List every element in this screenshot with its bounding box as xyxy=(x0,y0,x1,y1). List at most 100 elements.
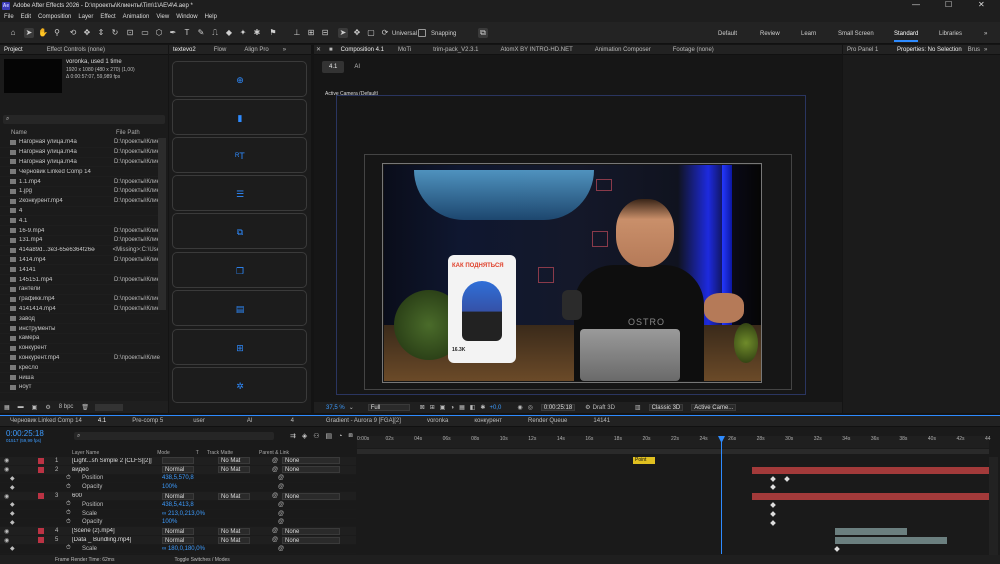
project-item[interactable]: Нагорная улица.m4a D:\проекты\Клие xyxy=(0,158,160,168)
tab-align-pro[interactable]: Align Pro xyxy=(244,47,268,53)
pickwhip-icon[interactable]: @ xyxy=(272,528,278,534)
layer-name[interactable]: [Light...sh Simple 2 [CLFS][2]] xyxy=(72,458,160,464)
blend-mode-select[interactable] xyxy=(162,457,194,465)
keyframe-nav-icon[interactable]: ◆ xyxy=(10,545,15,552)
menu-window[interactable]: Window xyxy=(176,14,197,20)
lock-icon[interactable]: ■ xyxy=(329,47,333,53)
roto-brush-icon[interactable]: ✦ xyxy=(238,28,248,38)
textevo-add-button[interactable]: ⊕ xyxy=(172,61,307,97)
keyframe[interactable] xyxy=(834,546,840,552)
layer-duration-bar[interactable] xyxy=(752,493,989,501)
column-parent[interactable]: Parent & Link xyxy=(259,450,289,456)
column-name[interactable]: Name xyxy=(11,130,106,136)
project-search-input[interactable]: ⌕ xyxy=(3,115,165,124)
menu-animation[interactable]: Animation xyxy=(123,14,150,20)
textevo-layers-button[interactable]: ⧉ xyxy=(172,213,307,249)
zoom-level[interactable]: 37,5 % xyxy=(326,405,345,411)
textevo-copy-button[interactable]: ❐ xyxy=(172,252,307,288)
maximize-button[interactable]: ☐ xyxy=(945,0,952,9)
tab-textevo2[interactable]: textevo2 xyxy=(173,47,196,53)
layer-duration-bar[interactable] xyxy=(835,537,947,545)
interpret-footage-icon[interactable]: ▦ xyxy=(4,404,10,411)
layer-name[interactable]: 600 xyxy=(72,493,160,499)
pickwhip-icon[interactable]: @ xyxy=(272,493,278,499)
project-item[interactable]: камера xyxy=(0,334,160,344)
visibility-eye-icon[interactable]: ◉ xyxy=(4,457,9,464)
property-row[interactable]: ◆ ⏱ Opacity 100% @ xyxy=(0,483,356,493)
bpc-label[interactable]: 8 bpc xyxy=(59,404,74,410)
keyframe-nav-icon[interactable]: ◆ xyxy=(10,484,15,491)
workspace-default[interactable]: Default xyxy=(718,31,737,37)
tab-brush[interactable]: Brus xyxy=(968,47,980,53)
minimize-button[interactable]: — xyxy=(912,0,920,9)
label-color[interactable] xyxy=(38,457,44,464)
project-item[interactable]: 1.1.mp4 D:\проекты\Клие xyxy=(0,177,160,187)
expression-pickwhip-icon[interactable]: @ xyxy=(278,511,284,517)
parent-select[interactable]: None xyxy=(282,466,340,474)
expression-pickwhip-icon[interactable]: @ xyxy=(278,502,284,508)
tab-linked-comp-14[interactable]: Черновик Linked Comp 14 xyxy=(10,418,82,424)
shy-icon[interactable]: ⚇ xyxy=(313,432,319,440)
menu-view[interactable]: View xyxy=(156,14,169,20)
menu-effect[interactable]: Effect xyxy=(100,14,115,20)
column-track-matte[interactable]: Track Matte xyxy=(207,450,233,456)
rpin-icon[interactable]: ⚑ xyxy=(268,28,278,38)
project-item[interactable]: 4 xyxy=(0,207,160,217)
tab-voronka[interactable]: voronka xyxy=(427,418,448,424)
project-zoom-slider[interactable] xyxy=(95,403,124,411)
time-ruler[interactable]: 0:00s 02s 04s 06s 08s 10s 12s 14s 16s 18s 20s 22s 24… xyxy=(357,436,991,448)
tab-konkurent[interactable]: конкурент xyxy=(474,418,502,424)
stopwatch-icon[interactable]: ⏱ xyxy=(66,501,71,508)
tab-14141[interactable]: 14141 xyxy=(593,418,610,424)
rgb-icon[interactable]: ◑ xyxy=(450,405,454,411)
project-item[interactable]: гантели xyxy=(0,285,160,295)
timeline-timecode[interactable]: 0:00:25:18 xyxy=(6,429,44,438)
brush-tool-icon[interactable]: ✎ xyxy=(196,28,206,38)
home-icon[interactable]: ⌂ xyxy=(8,28,18,38)
track-matte-select[interactable]: No Mat xyxy=(218,527,250,535)
playhead[interactable] xyxy=(721,436,722,554)
project-item[interactable]: 4141414.mp4 D:\проекты\Клие xyxy=(0,305,160,315)
project-item[interactable]: инструменты xyxy=(0,324,160,334)
eraser-tool-icon[interactable]: ◆ xyxy=(224,28,234,38)
project-item[interactable]: Нагорная улица.m4a D:\проекты\Клие xyxy=(0,138,160,148)
track-matte-select[interactable]: No Mat xyxy=(218,536,250,544)
extended-viewer-icon[interactable]: ▥ xyxy=(635,404,641,411)
align-icon[interactable]: ⊥ xyxy=(292,28,302,38)
track-matte-select[interactable]: No Mat xyxy=(218,492,250,500)
rotate-tool-icon[interactable]: ↻ xyxy=(110,28,120,38)
tab-flow[interactable]: Flow xyxy=(214,47,227,53)
timeline-layer-row[interactable]: ◉ 2 видео Normal No Mat @ None xyxy=(0,465,356,475)
textevo-settings-button[interactable]: ✲ xyxy=(172,367,307,403)
property-value[interactable]: 438,5,570,8 xyxy=(162,475,194,481)
tab-footage[interactable]: Footage (none) xyxy=(673,47,714,53)
project-scrollbar[interactable] xyxy=(158,138,166,310)
keyframe[interactable] xyxy=(784,475,790,482)
property-value[interactable]: 100% xyxy=(162,484,177,490)
property-value[interactable]: ∞ 180,0,180,0% xyxy=(162,546,205,552)
roi-icon[interactable]: ◧ xyxy=(470,404,476,411)
keyframe[interactable] xyxy=(770,484,776,491)
menu-layer[interactable]: Layer xyxy=(78,14,93,20)
column-layer-name[interactable]: Layer Name xyxy=(72,450,99,456)
project-item[interactable]: 1414.mp4 D:\проекты\Клие xyxy=(0,256,160,266)
tab-atomx[interactable]: AtomX BY INTRO-HD.NET xyxy=(501,47,573,53)
timeline-layer-row[interactable]: ◉ 5 [Data _ Bundling.mp4] Normal No Mat @ None xyxy=(0,536,356,545)
parent-select[interactable]: None xyxy=(282,536,340,544)
3d-cube-icon[interactable]: ⬡ xyxy=(154,28,164,38)
layer-name[interactable]: видео xyxy=(72,467,160,473)
close-icon[interactable]: ✕ xyxy=(316,46,321,53)
show-snapshot-icon[interactable]: ◎ xyxy=(528,404,533,411)
work-area-bar[interactable] xyxy=(357,449,989,454)
menu-help[interactable]: Help xyxy=(205,14,217,20)
keyframe[interactable] xyxy=(770,519,776,526)
workspace-small-screen[interactable]: Small Screen xyxy=(838,31,874,37)
layer-name[interactable]: [Scene (2).mp4] xyxy=(72,528,160,534)
expression-pickwhip-icon[interactable]: @ xyxy=(278,519,284,525)
project-item[interactable]: 2конкурент.mp4 D:\проекты\Клие xyxy=(0,197,160,207)
parent-select[interactable]: None xyxy=(282,492,340,500)
property-row[interactable]: ◆ ⏱ Opacity 100% @ xyxy=(0,519,356,528)
layer-duration-bar[interactable] xyxy=(835,528,907,536)
tab-trim-pack[interactable]: trim-pack_V2.3.1 xyxy=(433,47,478,53)
timeline-search-input[interactable]: ⌕ xyxy=(74,432,274,440)
